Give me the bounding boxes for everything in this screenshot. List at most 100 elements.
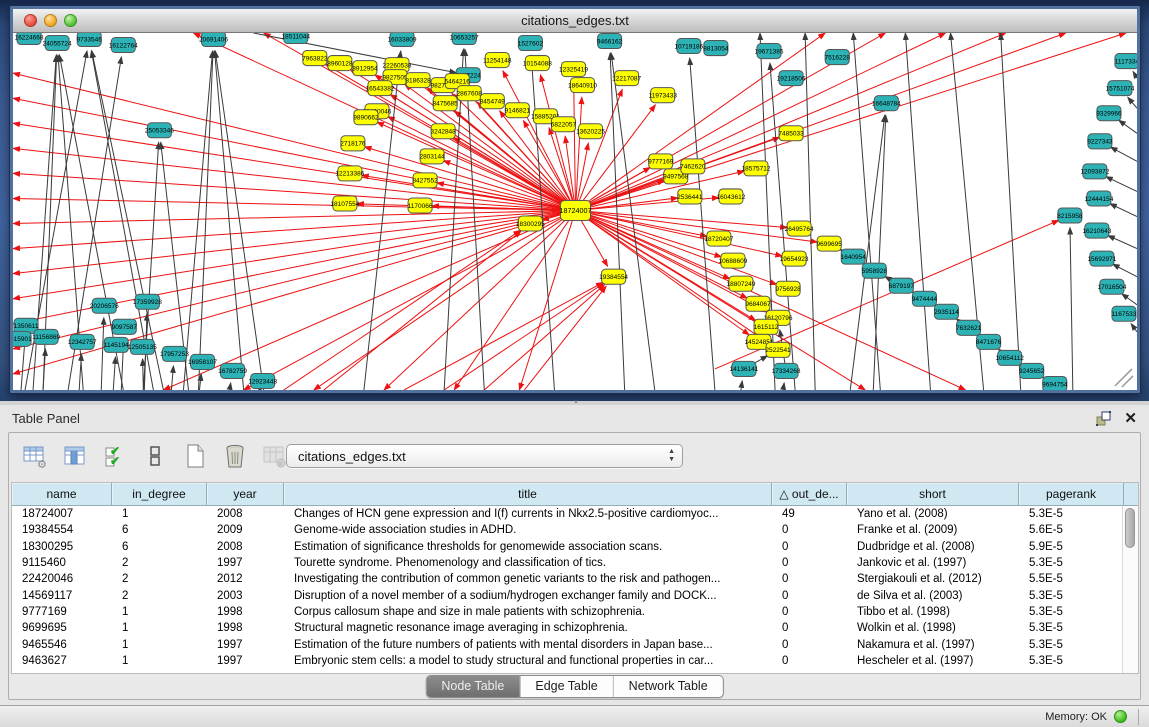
graph-node[interactable]: 13620225	[576, 124, 605, 139]
graph-node[interactable]: 24055724	[43, 36, 72, 51]
network-window[interactable]: citations_edges.txt 16224668240557249733…	[10, 6, 1140, 393]
graph-node[interactable]: 7963822	[302, 51, 328, 66]
graph-node[interactable]: 12213386	[335, 166, 364, 181]
graph-node[interactable]: 10653257	[450, 33, 479, 45]
scrollbar-thumb[interactable]	[1125, 508, 1135, 548]
column-header-in_degree[interactable]: in_degree	[112, 483, 207, 505]
graph-node[interactable]: 10654112	[995, 350, 1024, 365]
graph-node[interactable]: 16043612	[716, 189, 745, 204]
graph-node[interactable]: 16122764	[109, 38, 138, 53]
graph-node[interactable]: 20691406	[199, 33, 228, 47]
table-selector-dropdown[interactable]: citations_edges.txt ▲▼	[286, 444, 683, 468]
minimize-window-button[interactable]	[44, 14, 57, 27]
table-row[interactable]: 1456911722003Disruption of a novel membe…	[12, 587, 1122, 603]
graph-node[interactable]: 15751074	[1105, 81, 1134, 96]
tab-network-table[interactable]: Network Table	[613, 676, 723, 697]
graph-node[interactable]: 17334268	[772, 363, 801, 378]
graph-node[interactable]: 12093872	[1080, 164, 1109, 179]
graph-node[interactable]: 9146821	[505, 103, 531, 118]
graph-node[interactable]: 1117334	[1115, 54, 1137, 69]
column-header-year[interactable]: year	[207, 483, 284, 505]
graph-node[interactable]: 2718176	[340, 136, 366, 151]
graph-node[interactable]: 6822057	[551, 117, 577, 132]
tab-edge-table[interactable]: Edge Table	[519, 676, 612, 697]
table-options-icon[interactable]: ⚙	[21, 443, 48, 470]
graph-node[interactable]: 10154088	[523, 56, 552, 71]
graph-node[interactable]: 5958928	[862, 263, 888, 278]
table-row[interactable]: 911546021997Tourette syndrome. Phenomeno…	[12, 555, 1122, 571]
graph-node[interactable]: 8427552	[412, 173, 438, 188]
graph-node[interactable]: 2536441	[677, 189, 703, 204]
close-panel-icon[interactable]: ✕	[1124, 409, 1137, 427]
column-header-short[interactable]: short	[847, 483, 1019, 505]
graph-node[interactable]: 18511044	[282, 33, 311, 44]
column-header-out_degree[interactable]: △ out_de...	[772, 483, 847, 505]
graph-node[interactable]: 19654923	[780, 251, 809, 266]
graph-node[interactable]: 9329966	[1096, 106, 1122, 121]
graph-node[interactable]: 1170066	[408, 198, 433, 213]
graph-node[interactable]: 8960128	[327, 56, 353, 71]
network-canvas[interactable]: 1622466824055724973354616122764206914061…	[13, 33, 1137, 390]
graph-node[interactable]: 9474444	[912, 291, 938, 306]
graph-node[interactable]: 10719186	[674, 39, 703, 54]
graph-node[interactable]: 19218506	[777, 71, 806, 86]
graph-node[interactable]: 8912954	[352, 61, 378, 76]
graph-node[interactable]: 12505135	[128, 339, 157, 354]
graph-node[interactable]: 17957253	[160, 346, 189, 361]
graph-node[interactable]: 9756928	[775, 281, 801, 296]
graph-node[interactable]: 7485033	[778, 126, 804, 141]
graph-node[interactable]: 8215958	[1057, 208, 1083, 223]
graph-node[interactable]: 18575712	[742, 161, 771, 176]
column-header-title[interactable]: title	[284, 483, 772, 505]
delete-table-icon[interactable]: x	[261, 443, 288, 470]
graph-node[interactable]: 7462620	[680, 159, 706, 174]
graph-node[interactable]: 16210643	[1082, 223, 1111, 238]
graph-node[interactable]: 1640954	[841, 249, 867, 264]
graph-node[interactable]: 25053346	[145, 123, 174, 138]
graph-node[interactable]: 18720407	[704, 231, 733, 246]
graph-node[interactable]: 9684067	[745, 296, 771, 311]
graph-node[interactable]: 16648784	[872, 96, 901, 111]
graph-node[interactable]: 16224668	[15, 33, 44, 45]
graph-node[interactable]: 9699695	[817, 236, 843, 251]
graph-node[interactable]: 12342757	[68, 334, 97, 349]
graph-node[interactable]: 1167533	[1112, 306, 1137, 321]
new-column-icon[interactable]	[181, 443, 208, 470]
table-row[interactable]: 2242004622012Investigating the contribut…	[12, 571, 1122, 587]
graph-node[interactable]: 1615112	[754, 319, 779, 334]
zoom-window-button[interactable]	[64, 14, 77, 27]
graph-node[interactable]: 8471676	[976, 334, 1002, 349]
graph-node[interactable]: 10688609	[718, 253, 747, 268]
table-row[interactable]: 946554611997Estimation of the future num…	[12, 636, 1122, 652]
graph-node[interactable]: 3242848	[430, 124, 456, 139]
graph-node[interactable]: 14136141	[729, 361, 758, 376]
network-window-titlebar[interactable]: citations_edges.txt	[13, 9, 1137, 33]
show-columns-icon[interactable]	[61, 443, 88, 470]
close-window-button[interactable]	[24, 14, 37, 27]
network-viewport[interactable]: 1622466824055724973354616122764206914061…	[13, 33, 1137, 390]
column-header-name[interactable]: name	[12, 483, 112, 505]
graph-node[interactable]: 16033809	[388, 33, 417, 47]
graph-node[interactable]: 2803144	[419, 149, 445, 164]
graph-node[interactable]: 19384554	[599, 269, 628, 284]
graph-node[interactable]: 16543382	[366, 81, 395, 96]
graph-node[interactable]: 9245652	[1019, 363, 1045, 378]
float-panel-icon[interactable]	[1096, 411, 1112, 426]
column-header-pagerank[interactable]: pagerank	[1019, 483, 1124, 505]
delete-column-icon[interactable]	[221, 443, 248, 470]
graph-node[interactable]: 9466162	[597, 34, 623, 49]
graph-node[interactable]: 18300295	[516, 216, 545, 231]
graph-node[interactable]: 11973433	[649, 88, 678, 103]
graph-node[interactable]: 2522541	[765, 342, 791, 357]
graph-node[interactable]: 18724007	[559, 200, 591, 220]
graph-node[interactable]: 9890662	[353, 110, 379, 125]
graph-node[interactable]: 12923448	[248, 373, 277, 388]
graph-node[interactable]: 12325419	[559, 62, 588, 77]
graph-node[interactable]: 15692971	[1087, 251, 1116, 266]
graph-node[interactable]: 2935114	[934, 304, 959, 319]
graph-node[interactable]: 12444154	[1084, 191, 1113, 206]
graph-node[interactable]: 6879197	[889, 278, 915, 293]
table-row[interactable]: 1938455462009Genome-wide association stu…	[12, 522, 1122, 538]
graph-node[interactable]: 8813054	[703, 41, 729, 56]
graph-node[interactable]: 11156869	[32, 329, 60, 344]
